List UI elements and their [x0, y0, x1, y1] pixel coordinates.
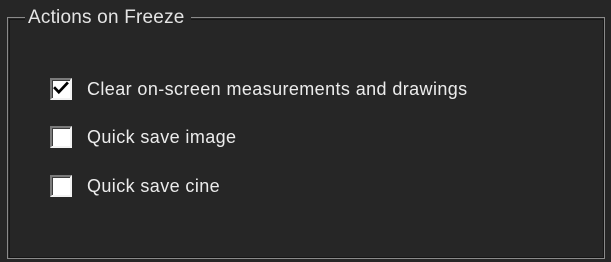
clear-measurements-label: Clear on-screen measurements and drawing…	[87, 79, 468, 99]
quick-save-cine-option[interactable]: Quick save cine	[50, 172, 220, 200]
quick-save-image-checkbox[interactable]	[50, 126, 72, 148]
quick-save-cine-label: Quick save cine	[87, 176, 221, 196]
quick-save-cine-checkbox[interactable]	[50, 175, 72, 197]
checkmark-icon	[53, 81, 69, 95]
group-title: Actions on Freeze	[25, 6, 191, 30]
clear-measurements-option[interactable]: Clear on-screen measurements and drawing…	[50, 75, 468, 103]
quick-save-image-option[interactable]: Quick save image	[50, 123, 236, 151]
actions-on-freeze-panel: Actions on Freeze Clear on-screen measur…	[0, 0, 611, 262]
quick-save-image-label: Quick save image	[87, 127, 237, 147]
clear-measurements-checkbox[interactable]	[50, 78, 72, 100]
